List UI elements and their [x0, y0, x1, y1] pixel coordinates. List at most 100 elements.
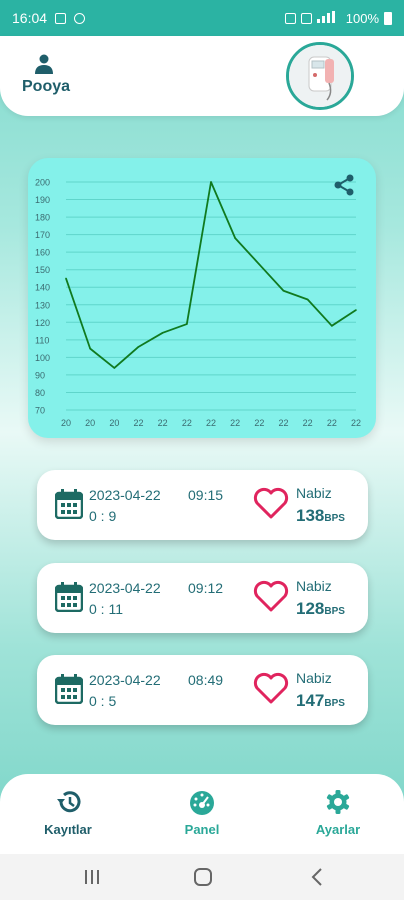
x-tick-label: 22 — [351, 418, 361, 428]
record-duration: 0 : 9 — [89, 508, 117, 524]
data-point — [331, 325, 333, 327]
data-point — [306, 298, 309, 301]
y-tick-label: 200 — [35, 178, 50, 188]
record-date: 2023-04-22 — [89, 580, 161, 596]
back-icon[interactable] — [310, 867, 324, 887]
y-tick-label: 100 — [35, 353, 50, 363]
x-tick-label: 20 — [85, 418, 95, 428]
signal-icon — [316, 10, 341, 26]
status-time: 16:04 — [12, 10, 48, 26]
x-tick-label: 22 — [303, 418, 313, 428]
pulse-value: 128BPS — [296, 599, 345, 619]
bpm-unit: BPS — [324, 606, 345, 617]
x-tick-label: 22 — [327, 418, 337, 428]
battery-percent: 100% — [345, 10, 379, 26]
gallery-icon — [55, 12, 67, 24]
bpm-unit: BPS — [324, 513, 345, 524]
pulse-value: 138BPS — [296, 506, 345, 526]
nav-label: Panel — [184, 822, 220, 837]
bpm-value: 147 — [296, 691, 325, 710]
x-tick-label: 22 — [133, 418, 143, 428]
bpm-value: 128 — [296, 599, 325, 618]
data-point — [161, 332, 164, 334]
header: Pooya — [0, 36, 404, 116]
gear-icon — [326, 790, 350, 814]
y-tick-label: 190 — [35, 195, 50, 205]
dashboard-icon — [190, 791, 214, 815]
calendar-icon — [55, 674, 83, 704]
nav-panel[interactable]: Panel — [152, 788, 252, 837]
heart-rate-chart: 200 190 180 170 160 150 140 130 120 110 100 90 80 70 2… — [28, 158, 376, 438]
data-point — [137, 346, 140, 348]
user-icon — [35, 54, 53, 74]
data-point — [89, 347, 91, 350]
x-tick-label: 22 — [254, 418, 264, 428]
record-duration: 0 : 5 — [89, 693, 117, 709]
pulse-value: 147BPS — [296, 691, 345, 711]
y-tick-label: 130 — [35, 300, 50, 310]
x-tick-label: 22 — [158, 418, 168, 428]
pulse-label: Nabiz — [296, 670, 332, 686]
x-tick-label: 20 — [61, 418, 71, 428]
y-tick-label: 120 — [35, 318, 50, 328]
data-point — [258, 263, 261, 266]
data-point — [210, 181, 212, 183]
record-card[interactable]: 2023-04-22 09:15 0 : 9 Nabiz 138BPS — [37, 470, 368, 540]
bpm-value: 138 — [296, 506, 325, 525]
system-nav-bar — [0, 854, 404, 900]
record-time: 08:49 — [188, 672, 224, 688]
heart-icon — [253, 672, 289, 704]
nav-label: Ayarlar — [315, 822, 361, 837]
record-duration: 0 : 11 — [89, 601, 123, 617]
y-tick-label: 180 — [35, 213, 50, 223]
data-point — [113, 367, 116, 369]
calendar-icon — [55, 489, 83, 519]
bottom-nav: Kayıtlar Panel Ayarlar — [0, 774, 404, 854]
x-tick-label: 22 — [206, 418, 216, 428]
record-time: 09:15 — [188, 487, 224, 503]
record-time: 09:12 — [188, 580, 224, 596]
data-point — [65, 277, 67, 280]
mute-icon — [300, 12, 312, 24]
data-point — [355, 309, 357, 311]
pulse-label: Nabiz — [296, 485, 332, 501]
status-bar: 16:04 100% — [0, 0, 404, 36]
bpm-unit: BPS — [324, 698, 345, 709]
x-tick-label: 22 — [278, 418, 288, 428]
data-point — [282, 289, 285, 292]
battery-icon — [384, 11, 392, 25]
user-name: Pooya — [22, 78, 71, 95]
record-card[interactable]: 2023-04-22 08:49 0 : 5 Nabiz 147BPS — [37, 655, 368, 725]
y-tick-label: 150 — [35, 265, 50, 275]
y-tick-label: 140 — [35, 283, 50, 293]
heart-icon — [253, 580, 289, 612]
y-tick-label: 110 — [35, 335, 49, 345]
y-tick-label: 70 — [35, 406, 45, 416]
data-point — [186, 323, 188, 325]
x-tick-label: 22 — [182, 418, 192, 428]
record-date: 2023-04-22 — [89, 672, 161, 688]
y-tick-label: 170 — [35, 230, 50, 240]
pulse-label: Nabiz — [296, 578, 332, 594]
x-tick-label: 20 — [109, 418, 119, 428]
nav-ayarlar[interactable]: Ayarlar — [288, 788, 388, 837]
share-icon[interactable] — [333, 174, 355, 196]
x-tick-label: 22 — [230, 418, 240, 428]
chart-plot: 200 190 180 170 160 150 140 130 120 110 100 90 80 70 2… — [35, 178, 361, 429]
record-date: 2023-04-22 — [89, 487, 161, 503]
record-card[interactable]: 2023-04-22 09:12 0 : 11 Nabiz 128BPS — [37, 563, 368, 633]
y-tick-label: 80 — [35, 388, 45, 398]
y-tick-label: 90 — [35, 370, 45, 380]
vibrate-icon — [284, 12, 296, 24]
y-tick-label: 160 — [35, 248, 50, 258]
device-avatar[interactable] — [286, 42, 354, 110]
notification-icon — [74, 12, 86, 24]
recent-apps-icon[interactable] — [83, 867, 101, 887]
nav-label: Kayıtlar — [44, 822, 92, 837]
nav-kayitlar[interactable]: Kayıtlar — [18, 788, 118, 837]
doppler-device-icon — [289, 45, 351, 107]
heart-icon — [253, 487, 289, 519]
calendar-icon — [55, 582, 83, 612]
home-icon[interactable] — [193, 867, 213, 887]
data-point — [234, 237, 236, 239]
